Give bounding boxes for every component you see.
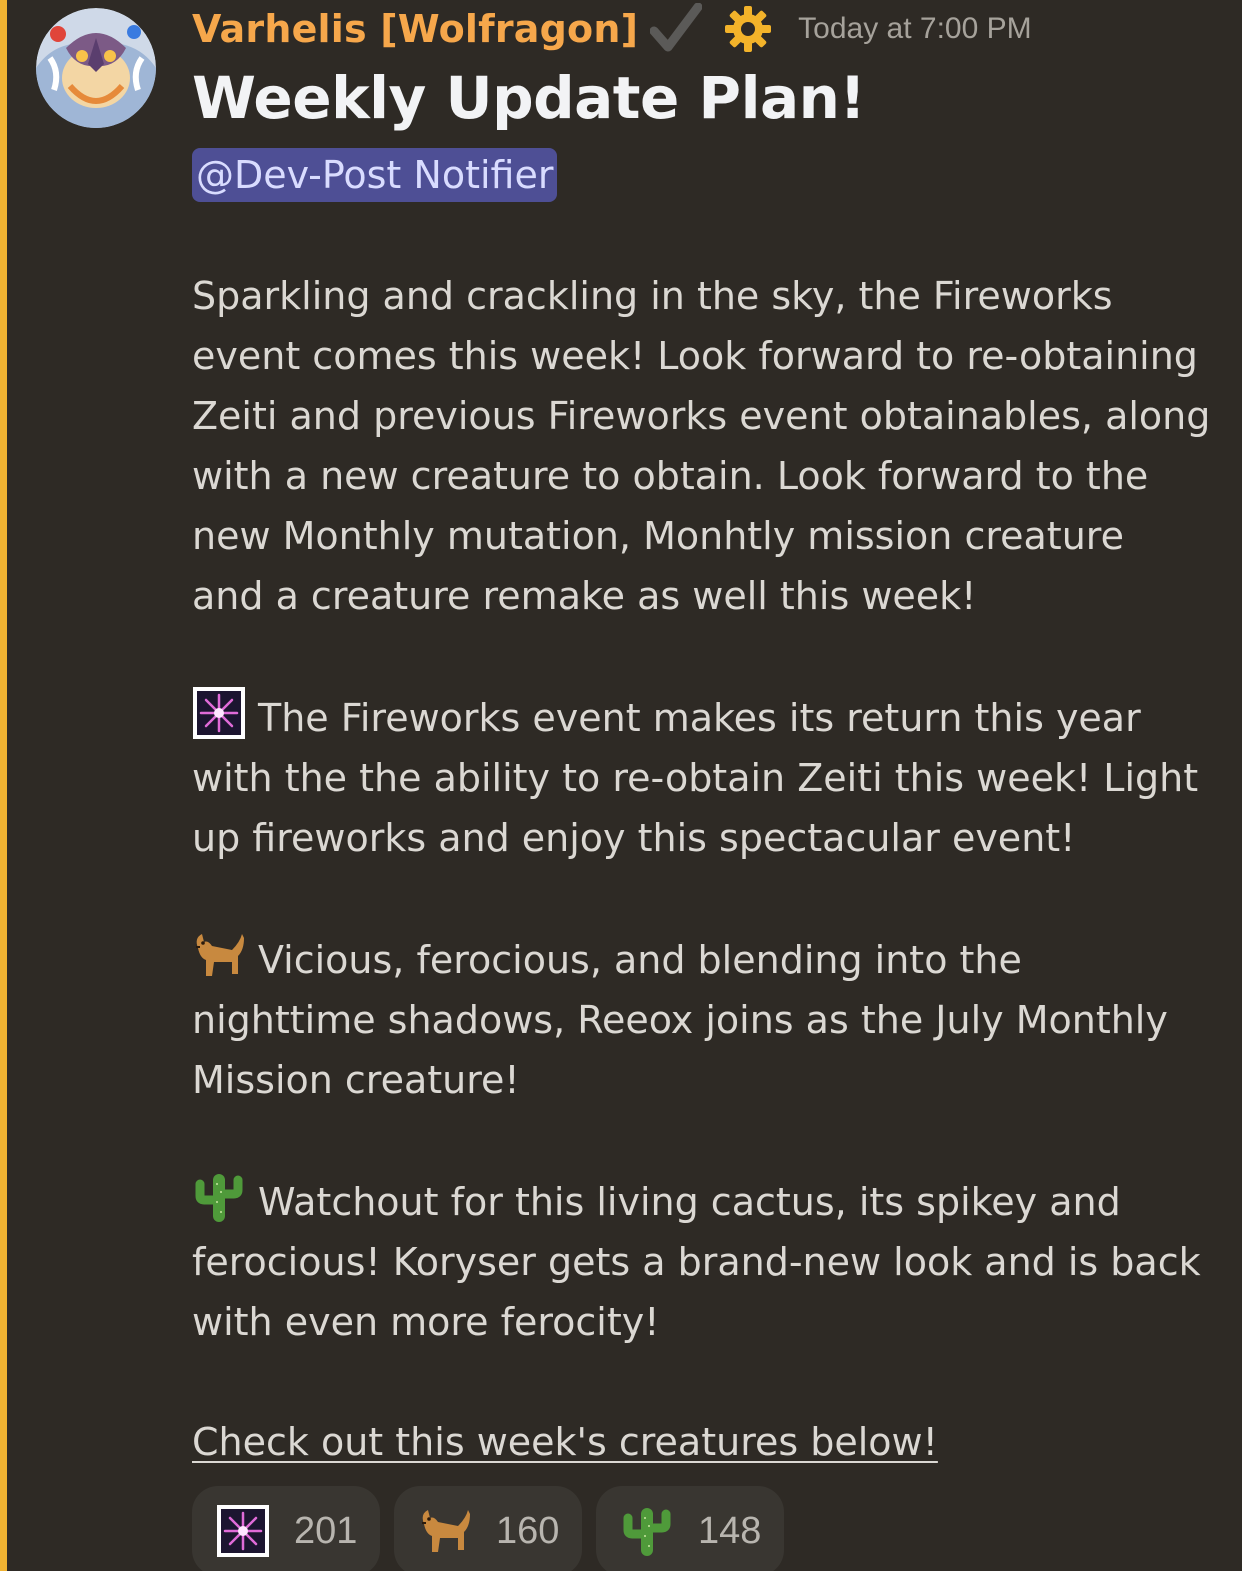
link-paragraph: Check out this week's creatures below!	[192, 1412, 1212, 1472]
text-line: Vicious, ferocious, and blending into th…	[192, 928, 1212, 990]
text-line: Sparkling and crackling in the sky, the …	[192, 274, 1113, 318]
text-line: Watchout for this living cactus, its spi…	[192, 1170, 1212, 1232]
fireworks-paragraph: The Fireworks event makes its return thi…	[192, 686, 1212, 868]
text-line: with even more ferocity!	[192, 1300, 660, 1344]
reaction-dog[interactable]: 160	[394, 1486, 582, 1571]
timestamp[interactable]: Today at 7:00 PM	[798, 12, 1031, 46]
text-line: up fireworks and enjoy this spectacular …	[192, 816, 1076, 860]
reaction-cactus[interactable]: 148	[596, 1486, 784, 1571]
text-line: The Fireworks event makes its return thi…	[192, 686, 1212, 748]
dog-icon	[418, 1504, 472, 1558]
reeox-paragraph: Vicious, ferocious, and blending into th…	[192, 928, 1212, 1110]
gear-icon	[724, 5, 772, 53]
text-line-content: The Fireworks event makes its return thi…	[258, 696, 1141, 740]
avatar[interactable]	[36, 8, 156, 128]
fireworks-icon	[216, 1504, 270, 1558]
mention-highlight-bar	[0, 0, 7, 1571]
reaction-count: 160	[496, 1509, 560, 1552]
intro-paragraph: Sparkling and crackling in the sky, the …	[192, 266, 1212, 626]
text-line: ferocious! Koryser gets a brand-new look…	[192, 1240, 1201, 1284]
creatures-link[interactable]: Check out this week's creatures below!	[192, 1420, 938, 1464]
text-line: and a creature remake as well this week!	[192, 574, 977, 618]
text-line-content: Vicious, ferocious, and blending into th…	[258, 938, 1022, 982]
text-line: with a new creature to obtain. Look forw…	[192, 454, 1149, 498]
role-mention[interactable]: @Dev-Post Notifier	[192, 148, 558, 202]
message-body: Sparkling and crackling in the sky, the …	[192, 266, 1212, 1532]
fireworks-icon	[192, 686, 246, 740]
dog-icon	[192, 928, 246, 982]
cactus-icon	[192, 1170, 246, 1224]
message-header: Varhelis [Wolfragon] Today at 7:00 PM	[192, 2, 1032, 56]
reaction-count: 148	[698, 1509, 762, 1552]
text-line: new Monthly mutation, Monhtly mission cr…	[192, 514, 1124, 558]
reaction-fireworks[interactable]: 201	[192, 1486, 380, 1571]
text-line: nighttime shadows, Reeox joins as the Ju…	[192, 998, 1168, 1042]
text-line: Zeiti and previous Fireworks event obtai…	[192, 394, 1211, 438]
reactions-bar: 201 160 148	[192, 1486, 784, 1571]
text-line: event comes this week! Look forward to r…	[192, 334, 1198, 378]
text-line-content: Watchout for this living cactus, its spi…	[258, 1180, 1121, 1224]
koryser-paragraph: Watchout for this living cactus, its spi…	[192, 1170, 1212, 1352]
text-line: with the the ability to re-obtain Zeiti …	[192, 756, 1199, 800]
reaction-count: 201	[294, 1509, 358, 1552]
checkmark-icon	[649, 2, 703, 55]
author-name[interactable]: Varhelis [Wolfragon]	[192, 7, 638, 51]
cactus-icon	[620, 1504, 674, 1558]
text-line: Mission creature!	[192, 1058, 520, 1102]
chat-message: Varhelis [Wolfragon] Today at 7:00 PM We…	[0, 0, 1242, 1571]
message-title: Weekly Update Plan!	[192, 64, 866, 132]
